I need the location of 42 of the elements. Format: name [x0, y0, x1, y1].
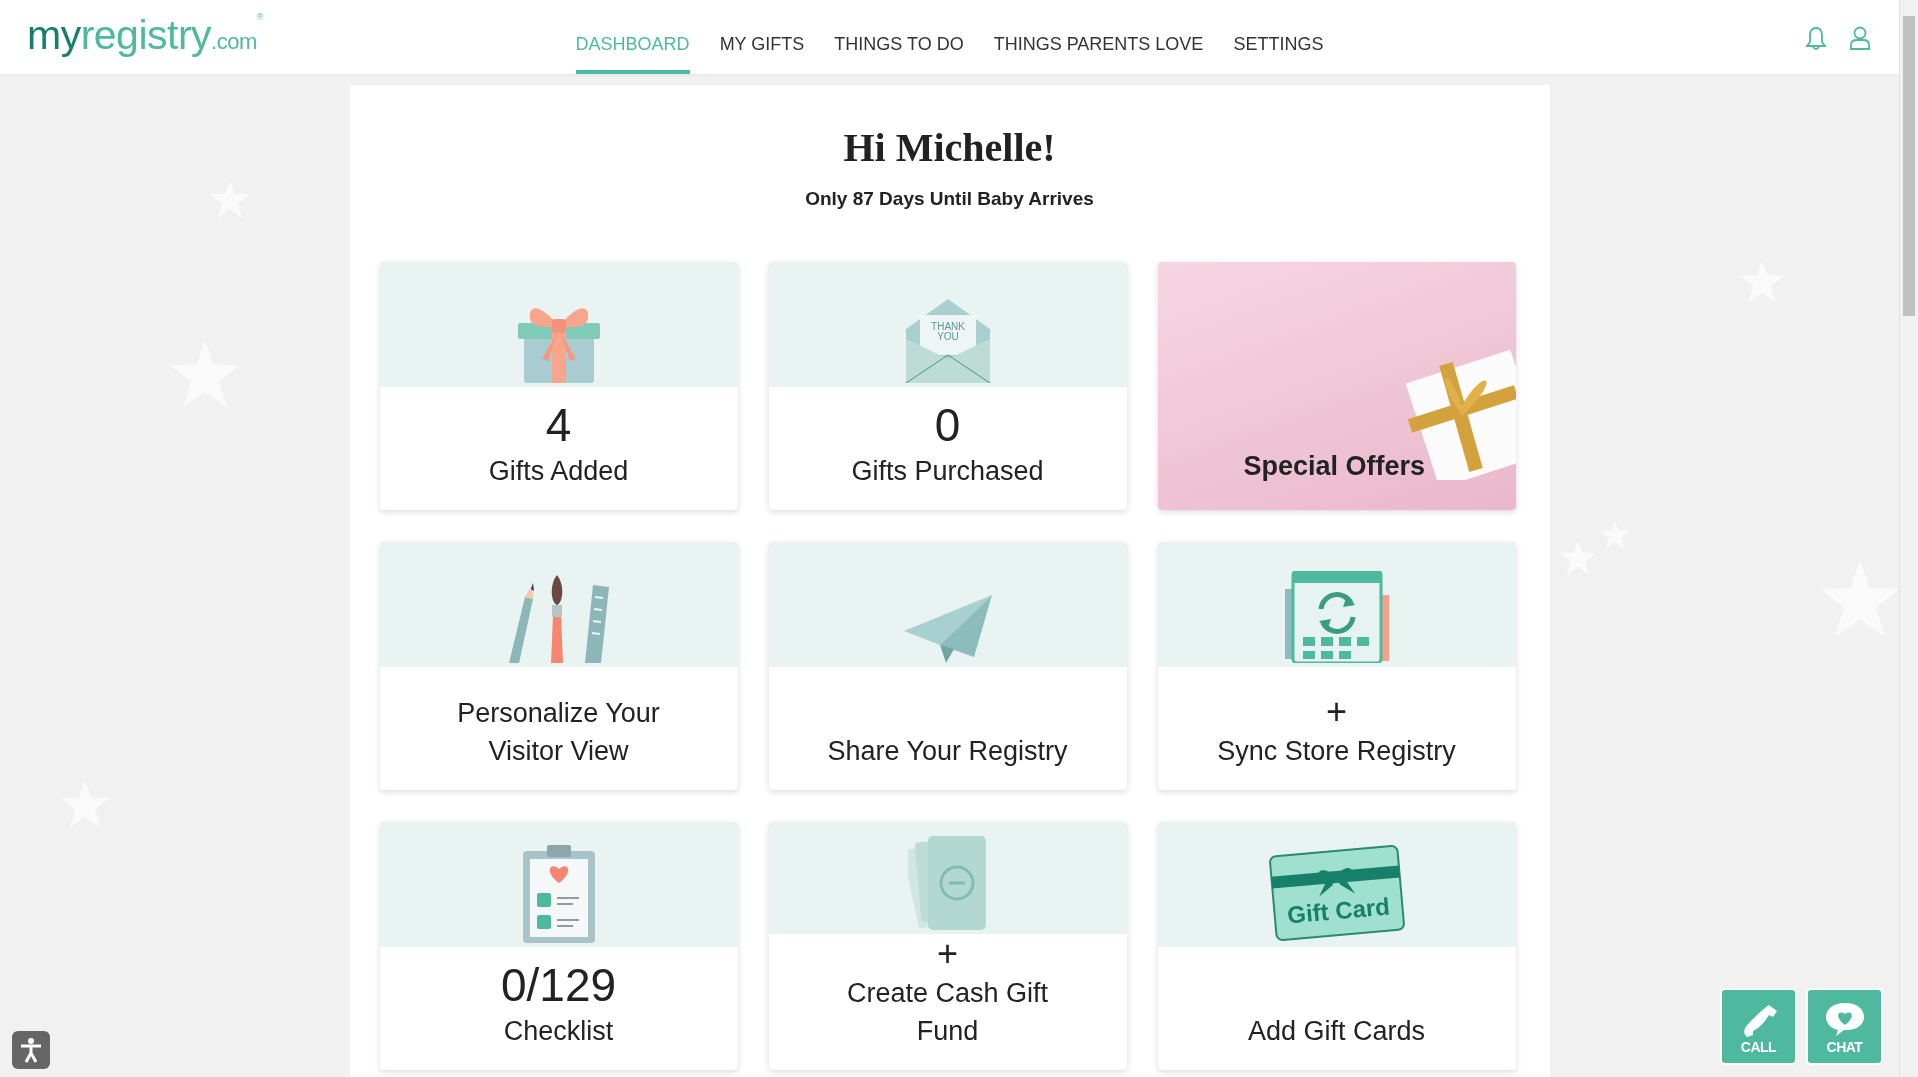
card-text: THANK YOU — [930, 321, 965, 342]
plus-icon: + — [1326, 692, 1347, 732]
count: 0 — [934, 398, 961, 452]
card-title: Gifts Added — [488, 455, 629, 488]
dashboard-card[interactable]: Share Your Registry — [768, 542, 1127, 790]
count: 4 — [545, 398, 572, 452]
nav-tab[interactable]: THINGS TO DO — [834, 0, 964, 74]
card-text: Gift Card — [1285, 892, 1391, 929]
countdown-text: Only 87 Days Until Baby Arrives — [804, 188, 1095, 210]
card-title: Create Cash Gift Fund — [845, 977, 1050, 1048]
nav-tab[interactable]: THINGS PARENTS LOVE — [993, 0, 1204, 74]
clipboard-icon — [522, 843, 595, 943]
card-title: Personalize Your Visitor View — [456, 697, 661, 768]
count: 0/129 — [500, 958, 617, 1012]
envelope-icon — [905, 299, 990, 383]
promo-title: Special Offers — [1243, 451, 1426, 482]
greeting-title: Hi Michelle! — [842, 124, 1057, 172]
dashboard-card[interactable]: + Create Cash Gift Fund — [768, 822, 1127, 1070]
dashboard-card[interactable]: Gift Card Add Gift Cards — [1157, 822, 1516, 1070]
user-icon[interactable] — [1849, 26, 1871, 50]
card-title: Add Gift Cards — [1247, 1015, 1426, 1048]
nav-tab[interactable]: SETTINGS — [1233, 0, 1324, 74]
speech-bubble-heart-icon — [1823, 1001, 1866, 1037]
promo-card[interactable]: Special Offers — [1157, 262, 1516, 510]
dashboard-card[interactable]: 4 Gifts Added — [379, 262, 738, 510]
nav-tab[interactable]: MY GIFTS — [719, 0, 805, 74]
scrollbar[interactable] — [1899, 0, 1918, 1077]
logo[interactable]: myregistry.com ® — [27, 12, 576, 59]
dashboard-card[interactable]: THANK YOU 0 Gifts Purchased — [768, 262, 1127, 510]
dashboard-card[interactable]: Personalize Your Visitor View — [379, 542, 738, 790]
calendar-sync-icon — [1284, 571, 1389, 663]
dashboard-card[interactable]: + Sync Store Registry — [1157, 542, 1516, 790]
scrollbar-thumb[interactable] — [1903, 16, 1915, 316]
accessibility-button[interactable] — [12, 1031, 50, 1069]
card-title: Checklist — [503, 1015, 614, 1048]
card-title: Gifts Purchased — [851, 455, 1044, 488]
plus-icon: + — [937, 934, 958, 974]
accessibility-icon — [19, 1037, 43, 1063]
bell-icon[interactable] — [1805, 26, 1827, 50]
card-title: Sync Store Registry — [1217, 735, 1456, 768]
card-title: Share Your Registry — [827, 735, 1068, 768]
dashboard-card[interactable]: 0/129 Checklist — [379, 822, 738, 1070]
